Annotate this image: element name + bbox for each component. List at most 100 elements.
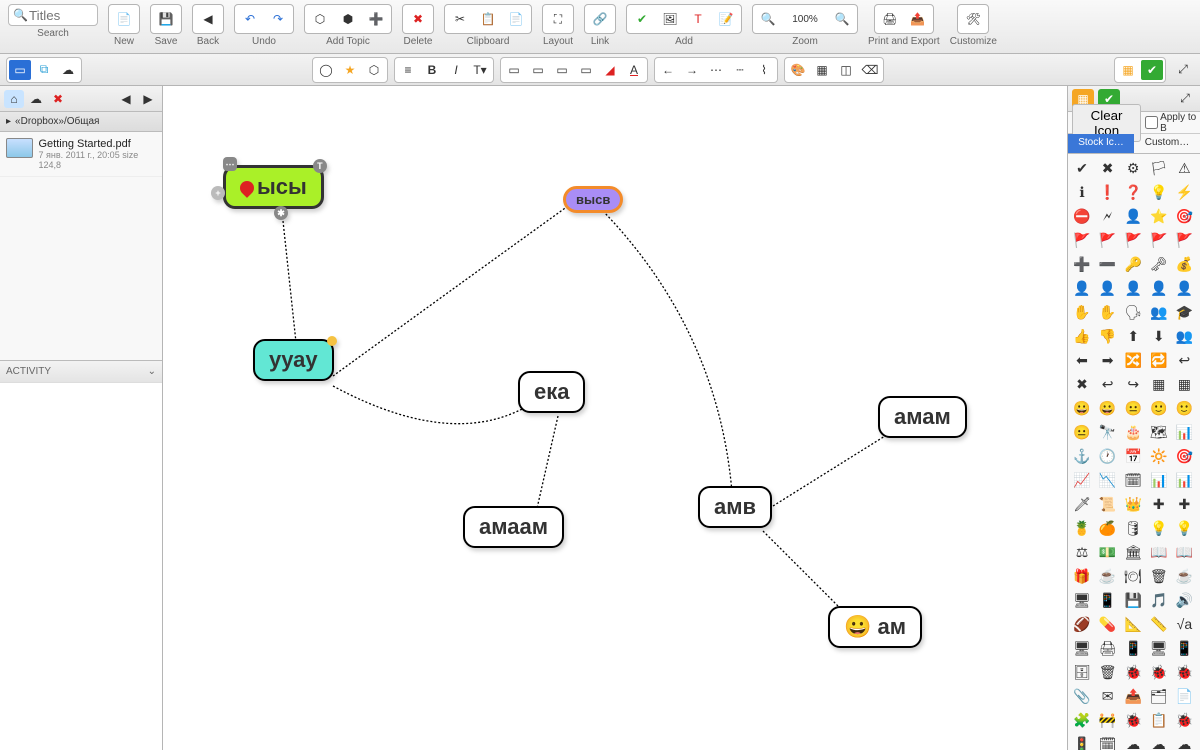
stock-icon[interactable]: 🗓 — [1097, 733, 1119, 750]
node-am[interactable]: 😀 ам — [828, 606, 922, 648]
stock-icon[interactable]: ✚ — [1148, 493, 1170, 515]
line-dashed-button[interactable]: ┄ — [729, 60, 751, 80]
paste-button[interactable]: 📄 — [503, 7, 529, 31]
tab-stock-icons[interactable]: Stock Ic… — [1068, 134, 1134, 153]
stock-icon[interactable]: 🏈 — [1071, 613, 1093, 635]
stock-icon[interactable]: ↩ — [1097, 373, 1119, 395]
stock-icon[interactable]: 😀 — [1071, 397, 1093, 419]
stock-icon[interactable]: 📤 — [1122, 685, 1144, 707]
bold-button[interactable]: B — [421, 60, 443, 80]
node-amaam[interactable]: амаам — [463, 506, 564, 548]
theme-button[interactable]: ◫ — [835, 60, 857, 80]
stock-icon[interactable]: 🛢 — [1122, 517, 1144, 539]
shape2-button[interactable]: ▭ — [527, 60, 549, 80]
stock-icon[interactable]: 📅 — [1122, 445, 1144, 467]
delete-button[interactable]: ✖ — [405, 7, 431, 31]
add-text-button[interactable]: T — [685, 7, 711, 31]
sidebar-nav-next[interactable]: ▶ — [138, 90, 158, 108]
stock-icon[interactable]: ⭐ — [1148, 205, 1170, 227]
stock-icon[interactable]: 🎁 — [1071, 565, 1093, 587]
align-button[interactable]: ≡ — [397, 60, 419, 80]
stock-icon[interactable]: 🍽 — [1122, 565, 1144, 587]
activity-section[interactable]: ACTIVITY ⌄ — [0, 360, 162, 382]
stock-icon[interactable]: ℹ — [1071, 181, 1093, 203]
panel-cloud-button[interactable]: ☁ — [57, 60, 79, 80]
stock-icon[interactable]: ⚡ — [1173, 181, 1195, 203]
stock-icon[interactable]: 🚩 — [1173, 229, 1195, 251]
stock-icon[interactable]: 👑 — [1122, 493, 1144, 515]
stock-icon[interactable]: ➖ — [1097, 253, 1119, 275]
zoom-value[interactable]: 100% — [783, 7, 827, 31]
redo-button[interactable]: ↷ — [265, 7, 291, 31]
stock-icon[interactable]: 🚩 — [1148, 229, 1170, 251]
stock-icon[interactable]: ⚓ — [1071, 445, 1093, 467]
stock-icon[interactable]: 🧩 — [1071, 709, 1093, 731]
stock-icon[interactable]: 👤 — [1122, 277, 1144, 299]
stock-icon[interactable]: 📏 — [1148, 613, 1170, 635]
zoom-out-button[interactable]: 🔍 — [755, 7, 781, 31]
panel-dropbox-button[interactable]: ⧉ — [33, 60, 55, 80]
stock-icon[interactable]: 📈 — [1071, 469, 1093, 491]
stock-icon[interactable]: 🐞 — [1148, 661, 1170, 683]
stock-icon[interactable]: 🐞 — [1122, 661, 1144, 683]
undo-button[interactable]: ↶ — [237, 7, 263, 31]
stock-icon[interactable]: 🚩 — [1097, 229, 1119, 251]
stock-icon[interactable]: 🗓 — [1122, 469, 1144, 491]
stock-icon[interactable]: ▦ — [1173, 373, 1195, 395]
stock-icon[interactable]: 👤 — [1173, 277, 1195, 299]
star-button[interactable]: ★ — [339, 60, 361, 80]
stock-icon[interactable]: 🖨 — [1097, 637, 1119, 659]
stock-icon[interactable]: 🗝 — [1148, 253, 1170, 275]
stock-icon[interactable]: √a — [1173, 613, 1195, 635]
stock-icon[interactable]: 🗂 — [1148, 685, 1170, 707]
stock-icon[interactable]: ✔ — [1071, 157, 1093, 179]
stock-icon[interactable]: 🚩 — [1122, 229, 1144, 251]
stock-icon[interactable]: 🔀 — [1122, 349, 1144, 371]
file-item[interactable]: Getting Started.pdf 7 янв. 2011 г., 20:0… — [0, 132, 162, 177]
node-yyay[interactable]: ууау — [253, 339, 334, 381]
add-note-button[interactable]: 📝 — [713, 7, 739, 31]
stock-icon[interactable]: ✚ — [1173, 493, 1195, 515]
stock-icon[interactable]: 🖥 — [1148, 637, 1170, 659]
text-color-button[interactable]: A — [623, 60, 645, 80]
sidebar-home-button[interactable]: ⌂ — [4, 90, 24, 108]
customize-button[interactable]: 🛠 — [960, 7, 986, 31]
stock-icon[interactable]: 🙂 — [1148, 397, 1170, 419]
stock-icon[interactable]: 😐 — [1071, 421, 1093, 443]
stock-icon[interactable]: 🗄 — [1071, 661, 1093, 683]
stock-icon[interactable]: 🎯 — [1173, 445, 1195, 467]
collapse-handle-icon[interactable]: ✱ — [274, 206, 288, 220]
eraser-button[interactable]: ⌫ — [859, 60, 881, 80]
shape-oval-button[interactable]: ◯ — [315, 60, 337, 80]
node-amam[interactable]: амам — [878, 396, 967, 438]
stock-icon[interactable]: 📊 — [1173, 421, 1195, 443]
stock-icon[interactable]: 😀 — [1097, 397, 1119, 419]
save-button[interactable]: 💾 — [153, 7, 179, 31]
shape1-button[interactable]: ▭ — [503, 60, 525, 80]
stock-icon[interactable]: 📎 — [1071, 685, 1093, 707]
stock-icon[interactable]: 🐞 — [1173, 661, 1195, 683]
stock-icon[interactable]: ↪ — [1122, 373, 1144, 395]
add-image-button[interactable]: 🖼 — [657, 7, 683, 31]
arrow-right-button[interactable]: → — [681, 60, 703, 80]
link-button[interactable]: 🔗 — [587, 7, 613, 31]
stock-icon[interactable]: 🕐 — [1097, 445, 1119, 467]
tab-custom-icons[interactable]: Custom… — [1134, 134, 1200, 153]
stock-icon[interactable]: ⚖ — [1071, 541, 1093, 563]
line-dotted-button[interactable]: ⋯ — [705, 60, 727, 80]
sidebar-nav-prev[interactable]: ◀ — [116, 90, 136, 108]
stock-icon[interactable]: ✖ — [1071, 373, 1093, 395]
stock-icon[interactable]: ✋ — [1071, 301, 1093, 323]
stock-icon[interactable]: 💡 — [1148, 517, 1170, 539]
cut-button[interactable]: ✂ — [447, 7, 473, 31]
stock-icon[interactable]: 🔁 — [1148, 349, 1170, 371]
stock-icon[interactable]: ❓ — [1122, 181, 1144, 203]
stock-icon[interactable]: 🗡 — [1071, 493, 1093, 515]
fill-button[interactable]: ◢ — [599, 60, 621, 80]
apply-checkbox[interactable] — [1145, 116, 1158, 129]
zoom-in-button[interactable]: 🔍 — [829, 7, 855, 31]
stock-icon[interactable]: 📉 — [1097, 469, 1119, 491]
stock-icon[interactable]: 💾 — [1122, 589, 1144, 611]
stock-icon[interactable]: 🏛 — [1122, 541, 1144, 563]
new-button[interactable]: 📄 — [111, 7, 137, 31]
